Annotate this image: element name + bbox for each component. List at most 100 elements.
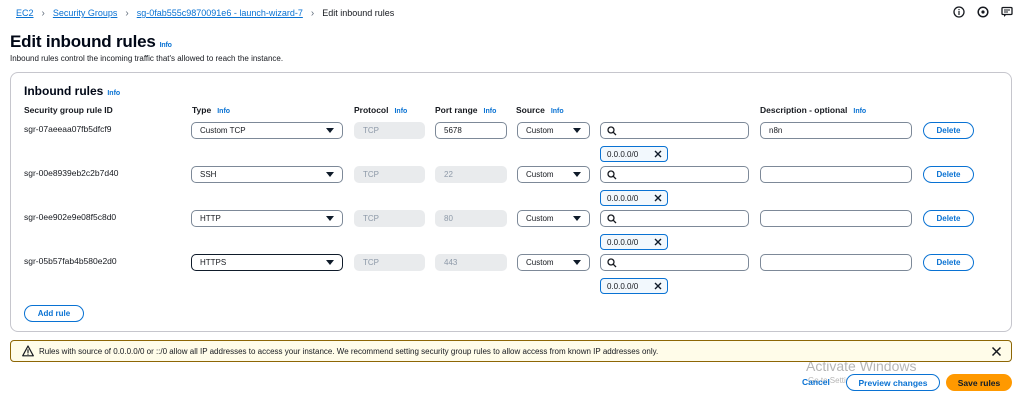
breadcrumb-ec2[interactable]: EC2 [16, 8, 34, 18]
column-header-description: Description - optional Info [760, 105, 866, 115]
source-info-link[interactable]: Info [551, 108, 564, 115]
source-token: 0.0.0.0/0 [600, 278, 668, 294]
protocol-info-link[interactable]: Info [394, 108, 407, 115]
info-circle-icon[interactable] [952, 5, 966, 19]
source-search-input[interactable] [600, 254, 749, 271]
search-icon [607, 258, 617, 270]
delete-button[interactable]: Delete [923, 122, 974, 139]
column-header-protocol: Protocol Info [354, 105, 407, 115]
protocol-field: TCP [354, 166, 425, 183]
column-header-type-text: Type [192, 105, 212, 115]
source-select-value: Custom [526, 170, 554, 179]
source-token: 0.0.0.0/0 [600, 234, 668, 250]
add-rule-button[interactable]: Add rule [24, 305, 84, 322]
source-select[interactable]: Custom [517, 166, 590, 183]
source-token-label: 0.0.0.0/0 [607, 193, 639, 203]
delete-button[interactable]: Delete [923, 210, 974, 227]
description-input[interactable] [760, 254, 912, 271]
column-header-rule-id: Security group rule ID [24, 105, 113, 115]
type-select[interactable]: HTTP [191, 210, 343, 227]
caret-down-icon [326, 128, 334, 133]
source-token: 0.0.0.0/0 [600, 190, 668, 206]
source-search-input[interactable] [600, 122, 749, 139]
chevron-right-icon: › [310, 7, 315, 19]
source-search-input[interactable] [600, 210, 749, 227]
description-info-link[interactable]: Info [853, 108, 866, 115]
windows-watermark-title: Activate Windows [806, 358, 917, 374]
source-select[interactable]: Custom [517, 210, 590, 227]
close-icon[interactable] [653, 281, 663, 293]
top-right-toolbar [952, 5, 1014, 19]
source-token-label: 0.0.0.0/0 [607, 281, 639, 291]
type-select-value: HTTP [200, 214, 221, 223]
column-header-description-text: Description - optional [760, 105, 848, 115]
panel-info-link[interactable]: Info [107, 90, 120, 97]
source-token: 0.0.0.0/0 [600, 146, 668, 162]
caret-down-icon [573, 128, 581, 133]
type-select[interactable]: HTTPS [191, 254, 343, 271]
protocol-field: TCP [354, 122, 425, 139]
breadcrumb-security-groups[interactable]: Security Groups [53, 8, 118, 18]
description-input[interactable]: n8n [760, 122, 912, 139]
caret-down-icon [573, 216, 581, 221]
close-icon[interactable] [653, 193, 663, 205]
page-title: Edit inbound rules Info [10, 32, 172, 52]
page-info-link[interactable]: Info [160, 42, 172, 49]
close-icon[interactable] [991, 346, 1002, 359]
delete-button[interactable]: Delete [923, 166, 974, 183]
type-select[interactable]: Custom TCP [191, 122, 343, 139]
type-select-value: SSH [200, 170, 217, 179]
type-select[interactable]: SSH [191, 166, 343, 183]
source-select-value: Custom [526, 126, 554, 135]
caret-down-icon [573, 172, 581, 177]
rule-id: sgr-05b57fab4b580e2d0 [24, 256, 117, 266]
warning-icon [22, 345, 34, 359]
column-header-source-text: Source [516, 105, 545, 115]
panel-title: Inbound rules Info [24, 84, 120, 98]
source-select[interactable]: Custom [517, 122, 590, 139]
chevron-right-icon: › [41, 7, 45, 19]
protocol-field: TCP [354, 210, 425, 227]
close-icon[interactable] [653, 149, 663, 161]
column-header-protocol-text: Protocol [354, 105, 389, 115]
port-range-input[interactable]: 5678 [435, 122, 507, 139]
caret-down-icon [326, 260, 334, 265]
description-input[interactable] [760, 166, 912, 183]
warning-text: Rules with source of 0.0.0.0/0 or ::/0 a… [39, 347, 659, 356]
port-range-field: 80 [435, 210, 507, 227]
chevron-right-icon: › [125, 7, 129, 19]
protocol-field: TCP [354, 254, 425, 271]
close-icon[interactable] [653, 237, 663, 249]
feedback-icon[interactable] [1000, 5, 1014, 19]
column-header-type: Type Info [192, 105, 230, 115]
save-rules-button[interactable]: Save rules [946, 374, 1012, 391]
source-select-value: Custom [526, 214, 554, 223]
port-range-info-link[interactable]: Info [484, 108, 497, 115]
column-header-rule-id-text: Security group rule ID [24, 105, 113, 115]
search-icon [607, 126, 617, 138]
delete-button[interactable]: Delete [923, 254, 974, 271]
breadcrumb-current: Edit inbound rules [322, 8, 395, 18]
source-search-input[interactable] [600, 166, 749, 183]
source-select-value: Custom [526, 258, 554, 267]
breadcrumb-security-group[interactable]: sg-0fab555c9870091e6 - launch-wizard-7 [137, 8, 303, 18]
search-icon [607, 214, 617, 226]
cancel-button[interactable]: Cancel [802, 377, 830, 387]
settings-icon[interactable] [976, 5, 990, 19]
preview-changes-button[interactable]: Preview changes [846, 374, 940, 391]
type-select-value: HTTPS [200, 258, 227, 267]
panel-title-text: Inbound rules [24, 84, 104, 98]
caret-down-icon [326, 216, 334, 221]
column-header-port-range: Port range Info [435, 105, 496, 115]
rule-id: sgr-00e8939eb2c2b7d40 [24, 168, 119, 178]
caret-down-icon [573, 260, 581, 265]
breadcrumb: EC2 › Security Groups › sg-0fab555c98700… [16, 7, 394, 19]
source-token-label: 0.0.0.0/0 [607, 237, 639, 247]
page-description: Inbound rules control the incoming traff… [10, 54, 284, 63]
source-select[interactable]: Custom [517, 254, 590, 271]
type-select-value: Custom TCP [200, 126, 246, 135]
type-info-link[interactable]: Info [217, 108, 230, 115]
page-title-text: Edit inbound rules [10, 32, 156, 51]
description-input[interactable] [760, 210, 912, 227]
port-range-field: 22 [435, 166, 507, 183]
